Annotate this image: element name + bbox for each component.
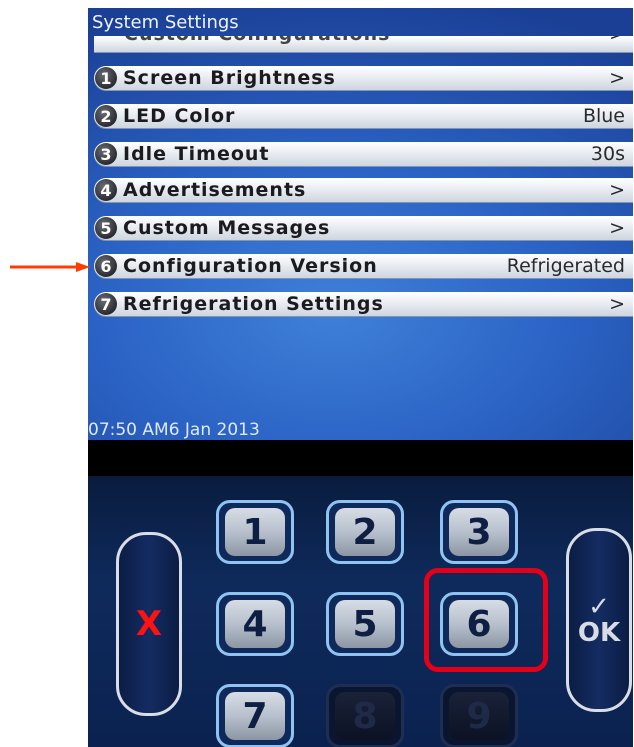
menu-item-value: >: [609, 179, 625, 201]
key-6-highlight: [424, 568, 548, 672]
screen-title: System Settings: [92, 12, 239, 33]
key-label: 8: [335, 692, 395, 740]
key-4[interactable]: 4: [216, 592, 294, 656]
menu-item-value: >: [609, 36, 625, 45]
number-badge-icon: 6: [95, 255, 117, 277]
number-badge-icon: 7: [95, 293, 117, 315]
ok-label: ✓ OK: [578, 594, 620, 646]
key-5[interactable]: 5: [326, 592, 404, 656]
device-screen: System Settings Custom Configurations > …: [88, 8, 633, 440]
numeric-keypad: X 1 2 3 4 5 6 7 8 9 ✓ OK: [88, 476, 633, 747]
menu-item-advertisements[interactable]: 4 Advertisements >: [94, 178, 633, 202]
menu-item-value: >: [609, 293, 625, 315]
key-label: 5: [335, 600, 395, 648]
menu-item-value: 30s: [590, 143, 625, 165]
key-label: 2: [335, 508, 395, 556]
menu-item-label: LED Color: [123, 105, 236, 127]
menu-item-label: Advertisements: [123, 179, 307, 201]
key-2[interactable]: 2: [326, 500, 404, 564]
number-badge-icon: 2: [95, 105, 117, 127]
divider-bar: [88, 440, 633, 476]
menu-item-label: Configuration Version: [123, 255, 378, 277]
key-9: 9: [440, 684, 518, 747]
number-badge-icon: 4: [95, 179, 117, 201]
number-badge-icon: 3: [95, 143, 117, 165]
menu-item-screen-brightness[interactable]: 1 Screen Brightness >: [94, 66, 633, 90]
menu-item-configuration-version[interactable]: 6 Configuration Version Refrigerated: [94, 254, 633, 278]
key-7[interactable]: 7: [216, 684, 294, 747]
key-label: 1: [225, 508, 285, 556]
menu-item-value: Refrigerated: [506, 255, 625, 277]
menu-item-label: Idle Timeout: [123, 143, 270, 165]
menu-item-custom-messages[interactable]: 5 Custom Messages >: [94, 216, 633, 240]
checkmark-icon: ✓: [588, 592, 610, 622]
key-label: 9: [449, 692, 509, 740]
menu-item-led-color[interactable]: 2 LED Color Blue: [94, 104, 633, 128]
ok-text: OK: [577, 618, 621, 648]
number-badge-icon: 5: [95, 217, 117, 239]
menu-item-value: Blue: [582, 105, 625, 127]
key-8: 8: [326, 684, 404, 747]
menu-item-label: Refrigeration Settings: [123, 293, 384, 315]
cancel-x-icon: X: [135, 604, 163, 644]
key-label: 7: [225, 692, 285, 740]
status-timestamp: 07:50 AM6 Jan 2013: [88, 420, 260, 440]
menu-item-refrigeration-settings[interactable]: 7 Refrigeration Settings >: [94, 292, 633, 316]
cancel-button[interactable]: X: [116, 532, 182, 716]
key-1[interactable]: 1: [216, 500, 294, 564]
key-label: 4: [225, 600, 285, 648]
menu-item-value: >: [609, 67, 625, 89]
menu-item-label: Custom Configurations: [124, 36, 390, 45]
menu-item-custom-configurations[interactable]: Custom Configurations >: [94, 36, 633, 52]
annotation-arrow-icon: [10, 262, 90, 272]
key-label: 3: [449, 508, 509, 556]
menu-item-label: Custom Messages: [123, 217, 331, 239]
ok-button[interactable]: ✓ OK: [566, 528, 632, 712]
menu-item-idle-timeout[interactable]: 3 Idle Timeout 30s: [94, 142, 633, 166]
number-badge-icon: 1: [95, 67, 117, 89]
menu-item-label: Screen Brightness: [123, 67, 336, 89]
key-3[interactable]: 3: [440, 500, 518, 564]
menu-item-value: >: [609, 217, 625, 239]
